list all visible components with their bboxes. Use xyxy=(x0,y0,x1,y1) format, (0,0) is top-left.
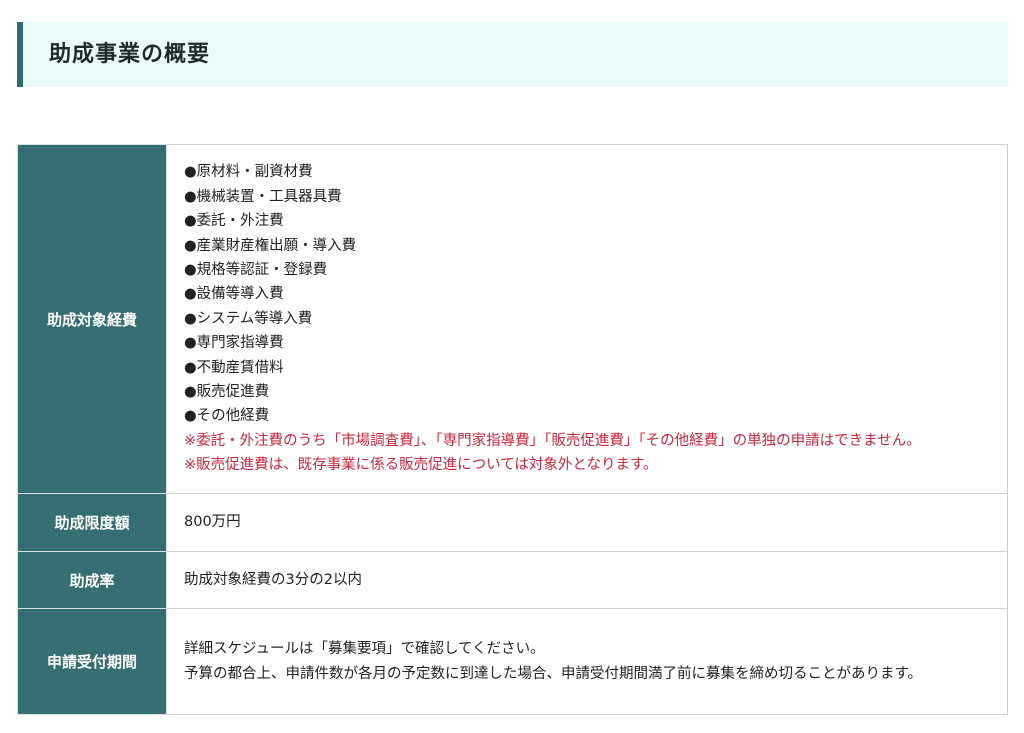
list-item: ●委託・外注費 xyxy=(184,213,284,230)
eligible-expense-list: ●原材料・副資材費 ●機械装置・工具器具費 ●委託・外注費 ●産業財産権出願・導… xyxy=(184,160,991,477)
row-value-grant-limit: 800万円 xyxy=(166,493,1008,552)
note-text: ※委託・外注費のうち「市場調査費」、「専門家指導費」「販売促進費」「その他経費」… xyxy=(184,432,921,449)
list-item: ●機械装置・工具器具費 xyxy=(184,188,342,205)
grant-limit-value: 800万円 xyxy=(184,514,241,531)
list-item: ●不動産賃借料 xyxy=(184,359,284,376)
table-row: 申請受付期間 詳細スケジュールは「募集要項」で確認してください。 予算の都合上、… xyxy=(17,608,1008,715)
list-item: ●その他経費 xyxy=(184,408,270,425)
list-item: ●販売促進費 xyxy=(184,384,270,401)
row-value-grant-rate: 助成対象経費の3分の2以内 xyxy=(166,551,1008,609)
list-item: ●システム等導入費 xyxy=(184,310,313,327)
list-item: ●専門家指導費 xyxy=(184,335,284,352)
section-heading: 助成事業の概要 xyxy=(17,22,1008,87)
application-period-line: 予算の都合上、申請件数が各月の予定数に到達した場合、申請受付期間満了前に募集を締… xyxy=(184,665,923,682)
row-label-eligible-expenses: 助成対象経費 xyxy=(17,144,167,494)
grant-rate-value: 助成対象経費の3分の2以内 xyxy=(184,571,362,588)
row-value-application-period: 詳細スケジュールは「募集要項」で確認してください。 予算の都合上、申請件数が各月… xyxy=(166,608,1008,715)
section-title: 助成事業の概要 xyxy=(49,42,211,67)
table-row: 助成限度額 800万円 xyxy=(17,493,1008,552)
application-period-line: 詳細スケジュールは「募集要項」で確認してください。 xyxy=(184,641,545,658)
row-value-eligible-expenses: ●原材料・副資材費 ●機械装置・工具器具費 ●委託・外注費 ●産業財産権出願・導… xyxy=(166,144,1008,494)
row-label-grant-limit: 助成限度額 xyxy=(17,493,167,552)
list-item: ●設備等導入費 xyxy=(184,286,284,303)
list-item: ●産業財産権出願・導入費 xyxy=(184,237,357,254)
row-label-application-period: 申請受付期間 xyxy=(17,608,167,715)
grant-overview-table: 助成対象経費 ●原材料・副資材費 ●機械装置・工具器具費 ●委託・外注費 ●産業… xyxy=(17,144,1008,715)
list-item: ●原材料・副資材費 xyxy=(184,164,313,181)
list-item: ●規格等認証・登録費 xyxy=(184,261,328,278)
table-row: 助成率 助成対象経費の3分の2以内 xyxy=(17,551,1008,609)
table-row: 助成対象経費 ●原材料・副資材費 ●機械装置・工具器具費 ●委託・外注費 ●産業… xyxy=(17,144,1008,494)
note-text: ※販売促進費は、既存事業に係る販売促進については対象外となります。 xyxy=(184,457,658,474)
row-label-grant-rate: 助成率 xyxy=(17,551,167,609)
